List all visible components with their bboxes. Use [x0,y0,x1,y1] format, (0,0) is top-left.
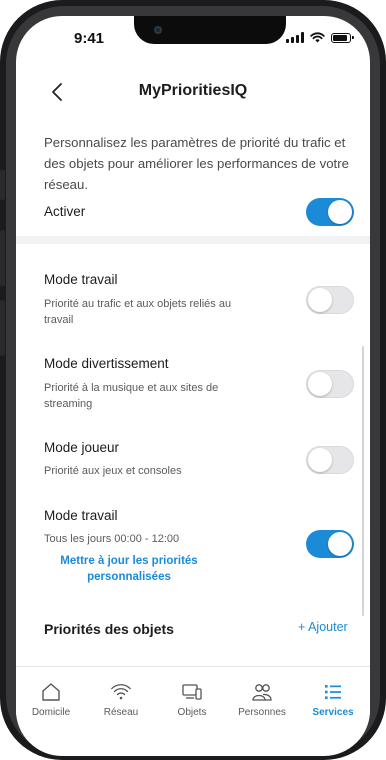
tab-services-label: Services [312,707,354,718]
volume-down-button [0,300,5,356]
list-icon [325,685,341,699]
mode-custom-work-toggle[interactable] [306,530,354,558]
activate-toggle[interactable] [306,198,354,226]
mode-entertainment-toggle[interactable] [306,370,354,398]
notch [134,16,286,44]
tab-people-label: Personnes [238,707,286,718]
activate-label: Activer [44,204,86,219]
battery-icon [331,32,354,43]
tab-network-label: Réseau [103,707,139,718]
volume-up-button [0,230,5,286]
mode-entertainment-title: Mode divertissement [44,356,169,371]
tab-objects[interactable]: Objets [157,681,227,718]
wifi-status-icon [310,32,325,43]
tab-home[interactable]: Domicile [16,681,86,718]
section-divider [16,236,370,244]
bottom-tab-bar: Domicile Réseau Objets Personnes Service… [16,666,370,743]
devices-icon [182,684,202,700]
mode-entertainment-description: Priorité à la musique et aux sites de st… [44,382,219,410]
status-time: 9:41 [74,30,105,47]
update-priorities-link[interactable]: Mettre à jour les priorités personnalisé… [44,553,214,585]
mode-gamer-title: Mode joueur [44,440,120,455]
mode-custom-work-title: Mode travail [44,508,118,523]
tab-home-label: Domicile [31,707,71,718]
mode-work-title: Mode travail [44,272,118,287]
scrollbar[interactable] [362,346,364,616]
mode-gamer-description: Priorité aux jeux et consoles [44,465,182,477]
signal-icon [286,32,304,43]
tab-objects-label: Objets [177,707,207,718]
tab-services[interactable]: Services [298,681,368,718]
mode-work-toggle[interactable] [306,286,354,314]
mode-work-description: Priorité au trafic et aux objets reliés … [44,298,232,326]
wifi-icon [111,684,131,700]
page-title: MyPrioritiesIQ [138,82,248,99]
status-icons [286,32,354,43]
app-screen: 9:41 MyPrioritiesIQ Personnalisez les pa… [16,16,370,756]
home-icon [42,683,60,701]
add-object-button[interactable]: + Ajouter [298,620,348,634]
objects-priority-title: Priorités des objets [44,621,174,637]
camera-icon [154,26,162,34]
people-icon [252,684,272,701]
mode-gamer-toggle[interactable] [306,446,354,474]
tab-people[interactable]: Personnes [227,681,297,718]
mode-custom-work-schedule: Tous les jours 00:00 - 12:00 [44,533,180,545]
mute-switch [0,170,5,200]
intro-text: Personnalisez les paramètres de priorité… [44,135,349,192]
tab-network[interactable]: Réseau [86,681,156,718]
